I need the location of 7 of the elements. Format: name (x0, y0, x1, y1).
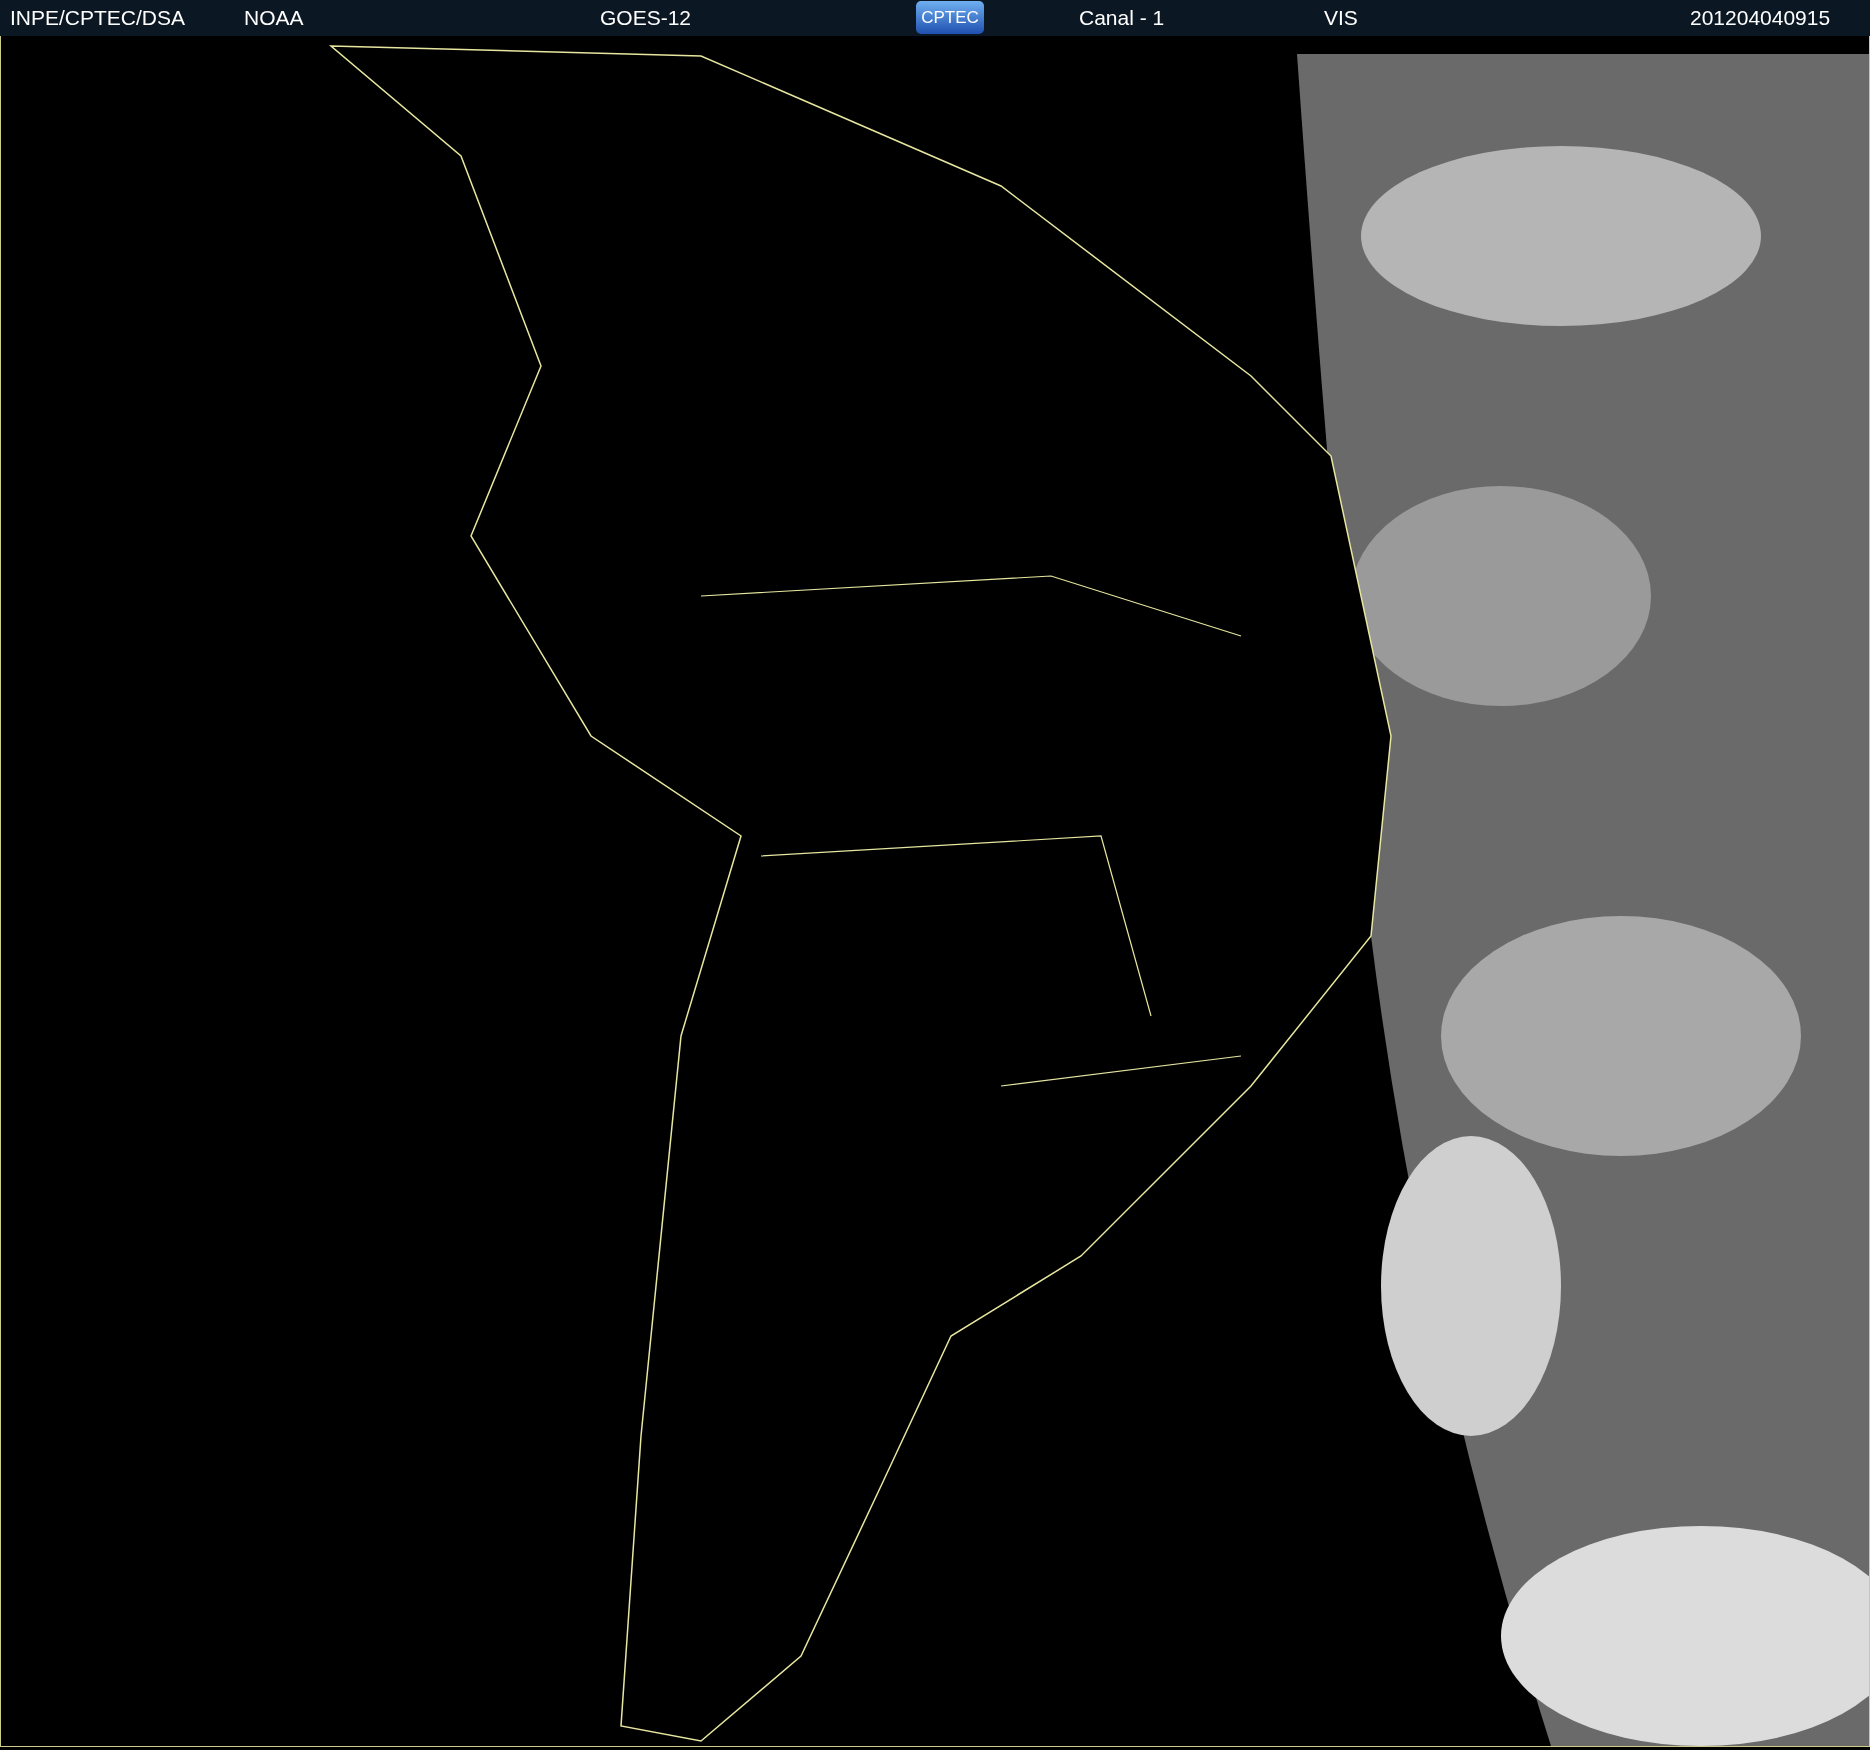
timestamp-label: 201204040915 (1690, 6, 1831, 30)
channel-label: Canal - 1 (1079, 6, 1165, 30)
source-label: NOAA (244, 6, 304, 30)
satellite-label: GOES-12 (600, 6, 692, 30)
logo: CPTEC (916, 1, 984, 34)
agency-label: INPE/CPTEC/DSA (10, 6, 186, 30)
band-label: VIS (1324, 6, 1358, 30)
